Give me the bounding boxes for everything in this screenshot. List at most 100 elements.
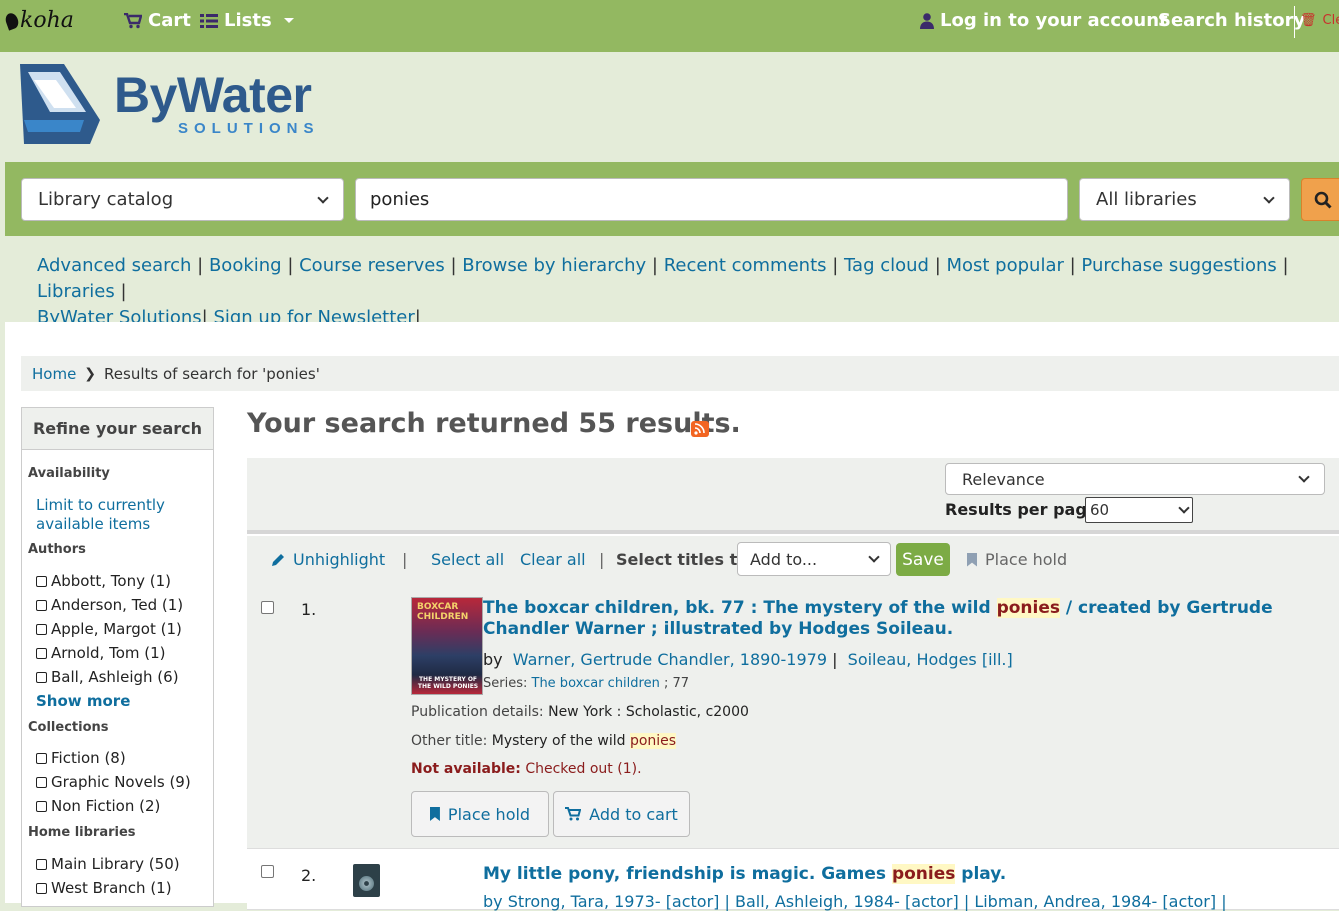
select-all-link[interactable]: Select all [431,550,504,569]
brand-subtitle: SOLUTIONS [178,120,320,137]
publication-details: Publication details: New York : Scholast… [411,704,749,720]
unhighlight-button[interactable]: Unhighlight [271,550,385,569]
facet-author-item[interactable]: Arnold, Tom (1) [36,644,166,662]
bookmark-icon [429,807,440,821]
course-reserves-link[interactable]: Course reserves [299,255,445,276]
author-link[interactable]: Warner, Gertrude Chandler, 1890-1979 [513,650,827,669]
cover-subtitle-text: THE MYSTERY OF THE WILD PONIES [417,676,479,690]
chevron-down-icon [1298,471,1310,483]
book-cover-image[interactable]: BOXCAR CHILDREN THE MYSTERY OF THE WILD … [411,597,483,695]
sort-select[interactable]: Relevance [945,463,1325,495]
limit-available-link[interactable]: Limit to currently available items [36,496,186,534]
sort-bar: Relevance Results per page: 60 [247,458,1339,530]
checkbox[interactable] [36,752,47,764]
chevron-down-icon [317,191,329,204]
dvd-icon [353,864,380,897]
bookmark-icon [967,552,977,567]
result-title-link[interactable]: My little pony, friendship is magic. Gam… [483,864,1339,885]
search-term-highlight: ponies [891,864,956,884]
search-button[interactable] [1301,178,1339,221]
advanced-search-link[interactable]: Advanced search [37,255,191,276]
show-more-authors-link[interactable]: Show more [36,692,130,710]
header-logo-area: ByWater SOLUTIONS [0,52,1339,162]
search-icon [1314,191,1332,209]
place-hold-toolbar-button[interactable]: Place hold [967,550,1067,569]
rss-icon[interactable] [691,421,709,437]
facet-author-item[interactable]: Apple, Margot (1) [36,620,182,638]
result-number: 2. [301,866,317,885]
checkbox[interactable] [36,575,47,587]
result-authors: by Warner, Gertrude Chandler, 1890-1979 … [483,650,1013,669]
facet-collection-item[interactable]: Non Fiction (2) [36,797,160,815]
booking-link[interactable]: Booking [209,255,282,276]
facets-heading: Refine your search [22,408,213,450]
divider [247,530,1339,534]
login-link[interactable]: Log in to your account [920,10,1168,31]
pencil-icon [272,553,284,566]
facet-library-item[interactable]: West Branch (1) [36,879,172,897]
place-hold-button[interactable]: Place hold [411,791,549,837]
facet-title-availability: Availability [28,466,110,481]
facet-author-item[interactable]: Abbott, Tony (1) [36,572,171,590]
checkbox[interactable] [36,858,47,870]
results-heading: Your search returned 55 results. [247,408,741,439]
main-content: Home ❯ Results of search for 'ponies' Re… [5,322,1339,911]
chevron-down-icon [283,18,294,23]
toolbar-separator: | [402,550,408,569]
toolbar-separator: | [599,550,605,569]
clear-all-link[interactable]: Clear all [520,550,586,569]
chevron-right-icon: ❯ [84,365,97,382]
checkbox[interactable] [36,647,47,659]
result-number: 1. [301,600,317,619]
library-select[interactable]: All libraries [1079,178,1290,221]
facet-title-home-libraries: Home libraries [28,825,136,840]
add-to-cart-button[interactable]: Add to cart [553,791,690,837]
browse-hierarchy-link[interactable]: Browse by hierarchy [462,255,646,276]
bywater-logo-icon[interactable] [14,60,104,146]
catalog-select[interactable]: Library catalog [21,178,344,221]
series-link[interactable]: The boxcar children [532,676,660,691]
most-popular-link[interactable]: Most popular [946,255,1063,276]
checkbox[interactable] [36,776,47,788]
results-per-page-select[interactable]: 60 [1085,497,1193,523]
recent-comments-link[interactable]: Recent comments [664,255,827,276]
checkbox[interactable] [36,599,47,611]
facet-author-item[interactable]: Anderson, Ted (1) [36,596,183,614]
facet-collection-item[interactable]: Graphic Novels (9) [36,773,191,791]
result-checkbox[interactable] [261,601,274,614]
facet-title-authors: Authors [28,542,86,557]
facet-author-item[interactable]: Ball, Ashleigh (6) [36,668,179,686]
facet-title-collections: Collections [28,720,109,735]
checkbox[interactable] [36,800,47,812]
author-link[interactable]: Soileau, Hodges [ill.] [848,650,1013,669]
libraries-link[interactable]: Libraries [37,281,115,302]
results-per-page-label: Results per page: [945,500,1105,519]
result-authors[interactable]: by Strong, Tara, 1973- [actor] | Ball, A… [483,892,1227,911]
result-item: 1. BOXCAR CHILDREN THE MYSTERY OF THE WI… [247,584,1339,849]
brand-name: ByWater [114,67,312,123]
select-titles-label: Select titles to: [616,550,755,569]
add-to-select[interactable]: Add to... [737,542,891,576]
cart-icon [124,12,142,28]
chevron-down-icon [868,551,880,563]
purchase-suggestions-link[interactable]: Purchase suggestions [1081,255,1276,276]
facet-collection-item[interactable]: Fiction (8) [36,749,126,767]
breadcrumb-home[interactable]: Home [32,365,76,383]
save-button[interactable]: Save [896,543,950,576]
result-checkbox[interactable] [261,865,274,878]
list-icon [200,13,218,28]
search-input[interactable]: ponies [355,178,1068,221]
checkbox[interactable] [36,671,47,683]
search-history-link[interactable]: Search history [1158,10,1305,31]
checkbox[interactable] [36,623,47,635]
koha-logo[interactable]: koha [3,8,74,33]
search-bar: Library catalog ponies All libraries [5,162,1339,236]
cart-button[interactable]: Cart [124,10,191,31]
clear-history-link[interactable]: 🗑 Cle [1300,13,1339,28]
checkbox[interactable] [36,882,47,894]
result-title-link[interactable]: The boxcar children, bk. 77 : The myster… [483,598,1339,640]
breadcrumb-current: Results of search for 'ponies' [104,364,320,383]
lists-menu[interactable]: Lists [200,10,294,31]
tag-cloud-link[interactable]: Tag cloud [844,255,929,276]
facet-library-item[interactable]: Main Library (50) [36,855,180,873]
